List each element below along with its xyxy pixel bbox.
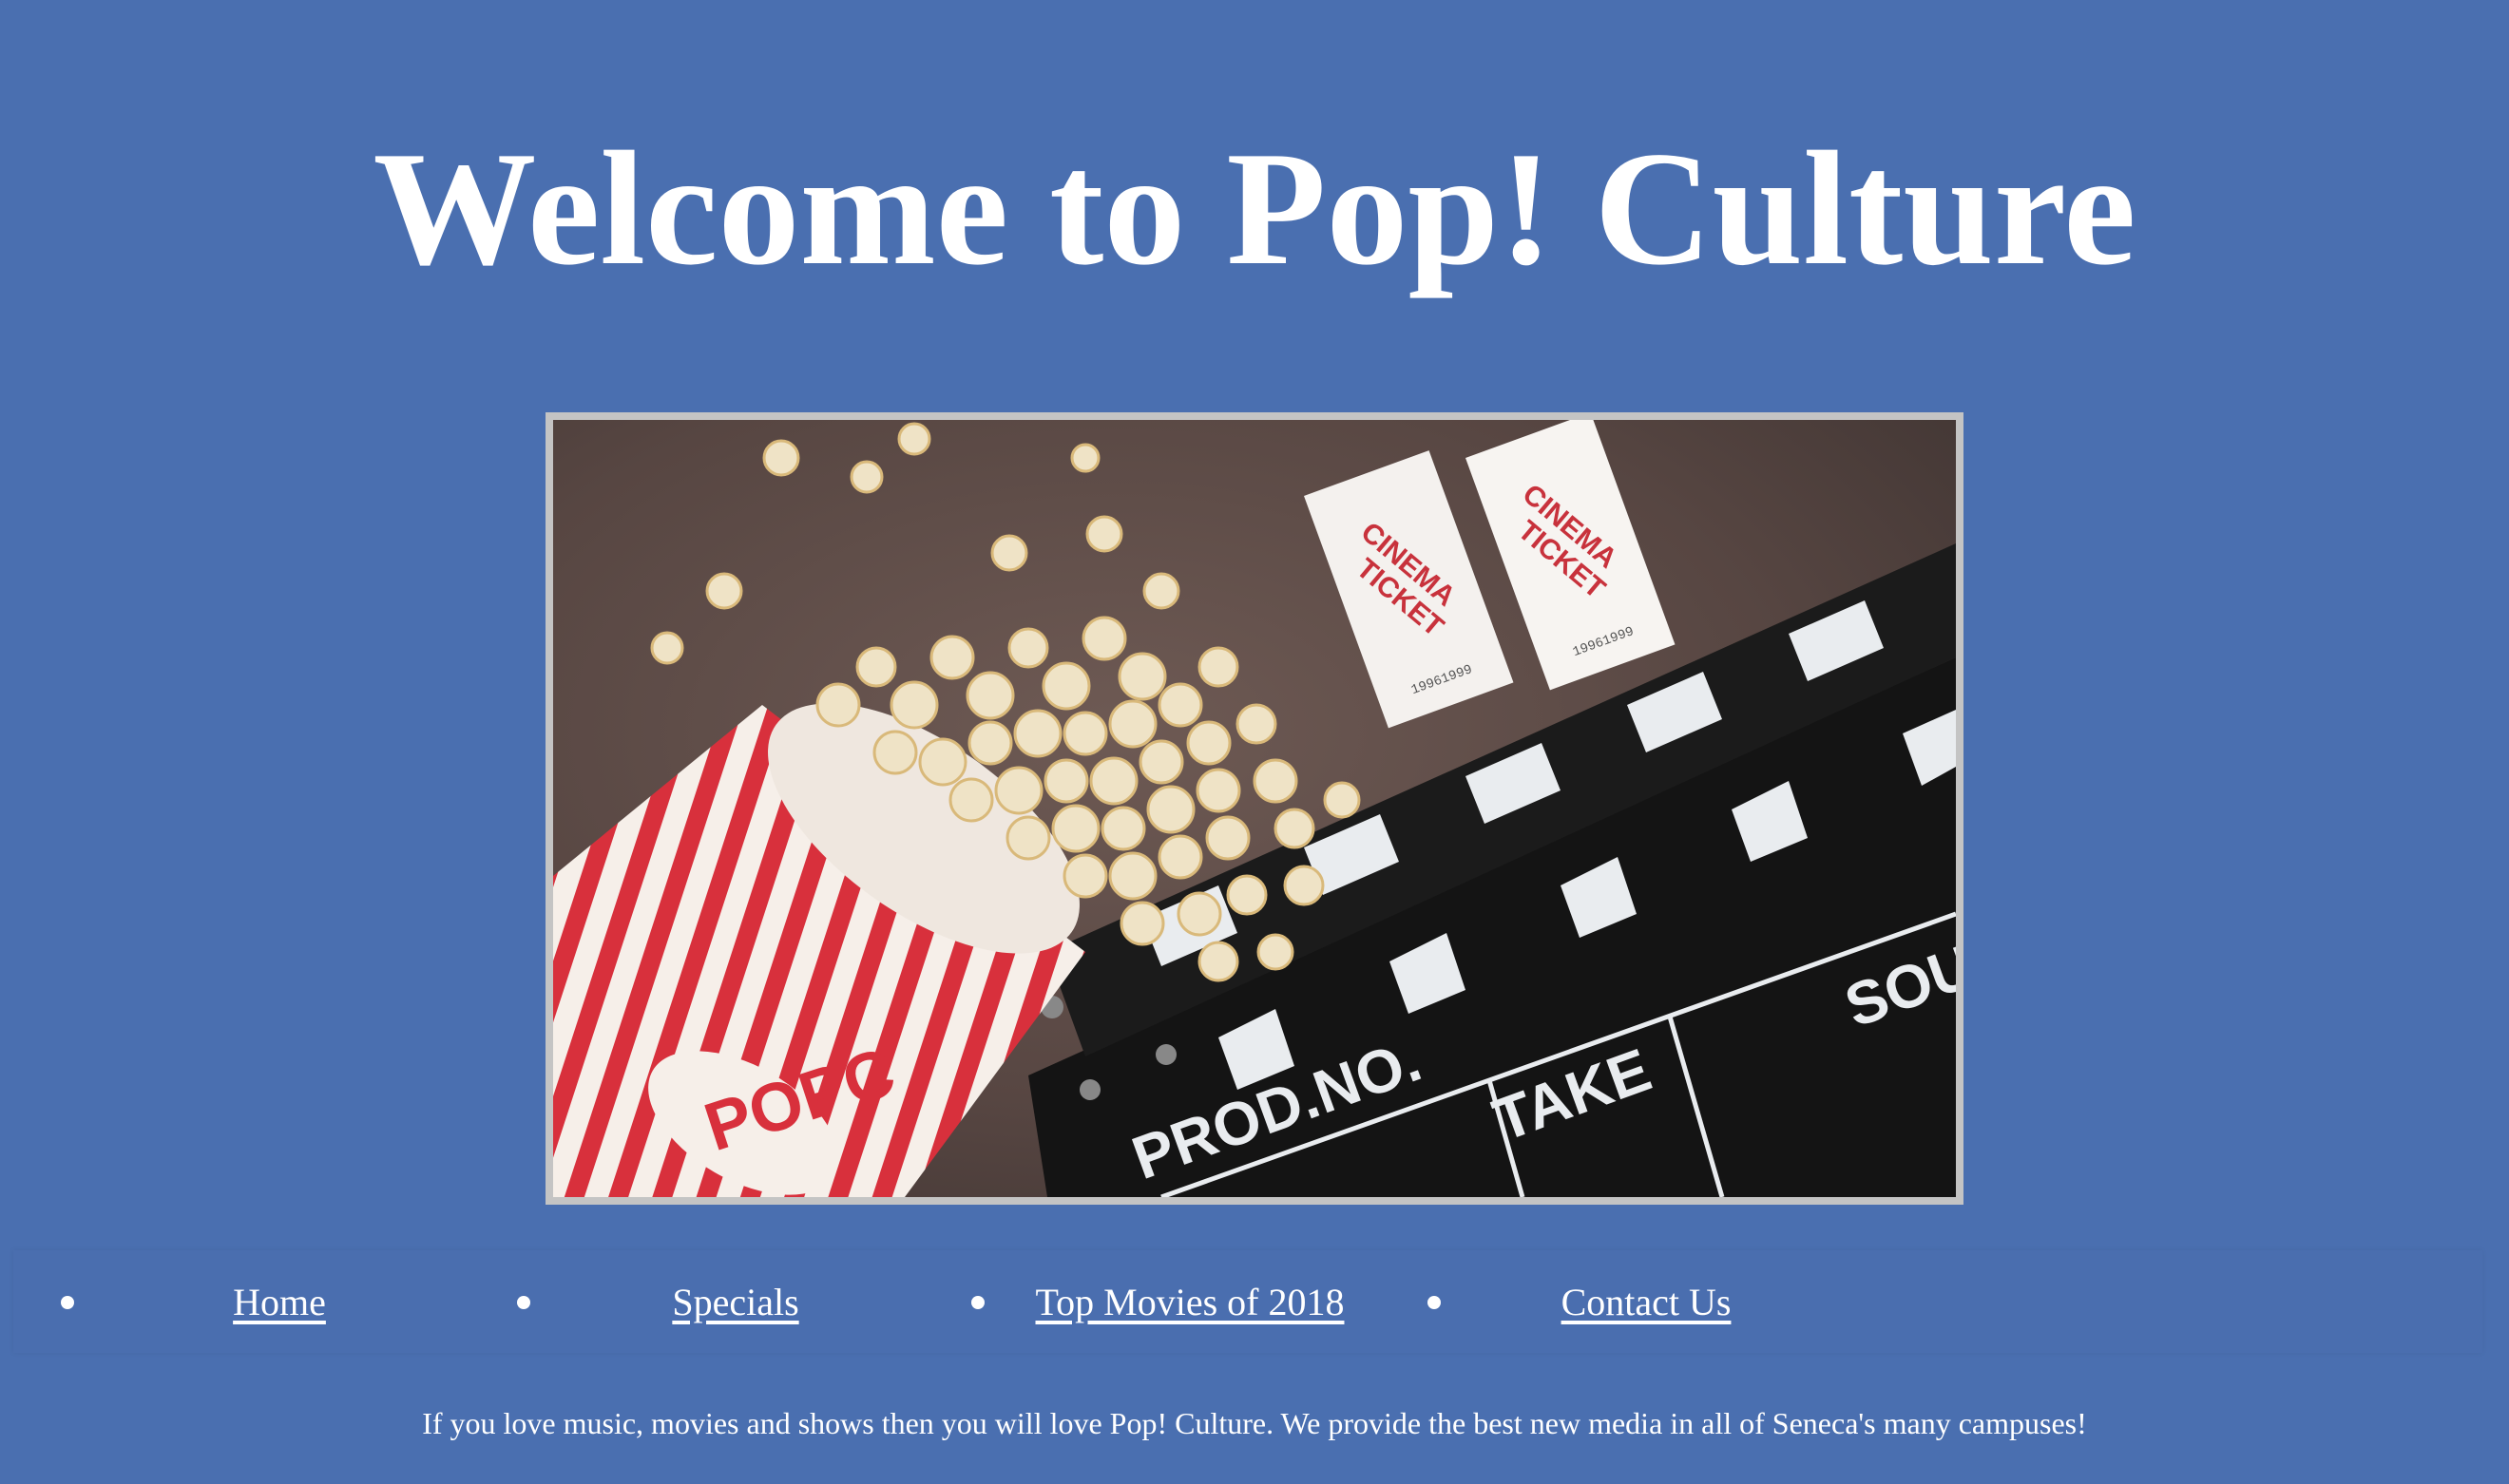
hero-image: PROD.NO. TAKE SOU CINEMA TICKET 19961999… (546, 412, 1963, 1205)
bullet-icon (1427, 1296, 1441, 1309)
nav-link-contact[interactable]: Contact Us (1456, 1279, 1836, 1326)
bullet-icon (971, 1296, 985, 1309)
main-nav: Home Specials Top Movies of 2018 Contact… (13, 1250, 2482, 1353)
nav-item-contact: Contact Us (1380, 1250, 1836, 1353)
nav-item-specials: Specials (469, 1250, 926, 1353)
bullet-icon (517, 1296, 530, 1309)
intro-text: If you love music, movies and shows then… (422, 1406, 2087, 1440)
nav-list: Home Specials Top Movies of 2018 Contact… (13, 1250, 2482, 1353)
nav-link-top-movies[interactable]: Top Movies of 2018 (1000, 1279, 1380, 1326)
nav-link-home[interactable]: Home (89, 1279, 469, 1326)
hero-illustration: PROD.NO. TAKE SOU CINEMA TICKET 19961999… (553, 420, 1956, 1197)
nav-item-top-movies: Top Movies of 2018 (924, 1250, 1380, 1353)
nav-link-specials[interactable]: Specials (546, 1279, 926, 1326)
page-title: Welcome to Pop! Culture (373, 119, 2136, 299)
bullet-icon (61, 1296, 74, 1309)
nav-item-home: Home (13, 1250, 469, 1353)
page: Welcome to Pop! Culture PROD.NO. TAKE SO… (0, 0, 2509, 1484)
